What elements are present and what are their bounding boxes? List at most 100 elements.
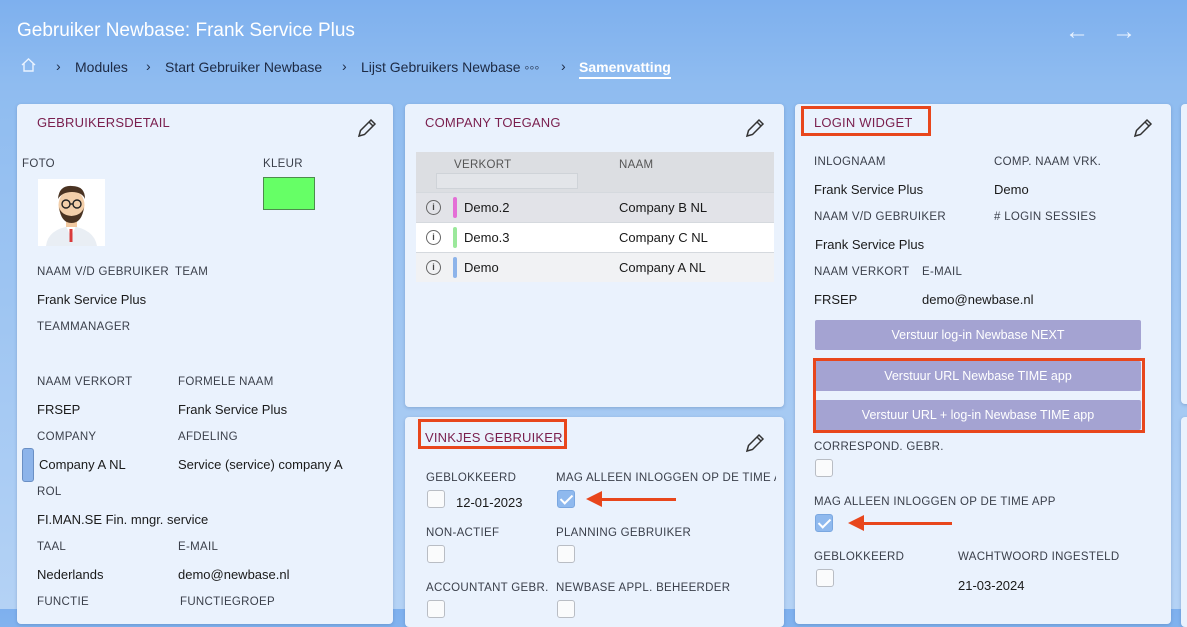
company-color-bar — [453, 257, 457, 278]
geblokkeerd-checkbox[interactable] — [816, 569, 834, 587]
naam-label: NAAM V/D GEBRUIKER — [37, 266, 169, 278]
email-label: E-MAIL — [922, 266, 963, 278]
breadcrumb-item-modules[interactable]: Modules — [75, 59, 128, 75]
highlight-time-app-buttons — [813, 358, 1145, 433]
geblokkeerd-label: GEBLOKKEERD — [426, 472, 517, 484]
breadcrumb-item-samenvatting[interactable]: Samenvatting — [579, 59, 671, 79]
breadcrumb-item-lijst[interactable]: Lijst Gebruikers Newbase ◦◦◦ — [361, 59, 539, 75]
formele-naam-value: Frank Service Plus — [178, 402, 288, 417]
cell-naam: Company A NL — [619, 260, 706, 275]
email-value: demo@newbase.nl — [922, 292, 1034, 307]
rol-label: ROL — [37, 486, 62, 498]
cell-naam: Company B NL — [619, 200, 708, 215]
home-icon[interactable] — [20, 57, 37, 76]
breadcrumb-item-start[interactable]: Start Gebruiker Newbase — [165, 59, 322, 75]
panel-title: COMPANY TOEGANG — [425, 115, 561, 130]
info-icon[interactable]: i — [426, 200, 441, 215]
beheerder-checkbox[interactable] — [557, 600, 575, 618]
afdeling-label: AFDELING — [178, 431, 238, 443]
breadcrumb-separator: › — [342, 58, 347, 74]
accountant-label: ACCOUNTANT GEBR. — [426, 582, 549, 594]
wachtwoord-value: 21-03-2024 — [958, 578, 1025, 593]
highlight-vinkjes — [418, 419, 567, 449]
breadcrumb-separator: › — [561, 58, 566, 74]
geblokkeerd-label: GEBLOKKEERD — [814, 551, 905, 563]
kleur-swatch — [263, 177, 315, 210]
naam-label: NAAM V/D GEBRUIKER — [814, 211, 946, 223]
taal-label: TAAL — [37, 541, 67, 553]
geblokkeerd-checkbox[interactable] — [427, 490, 445, 508]
column-filter-input[interactable] — [436, 173, 578, 189]
column-header-naam[interactable]: NAAM — [619, 159, 653, 171]
pencil-icon[interactable] — [1132, 117, 1154, 139]
geblokkeerd-date: 12-01-2023 — [456, 495, 523, 510]
partial-panel — [1181, 417, 1187, 627]
back-arrow-icon[interactable]: ← — [1065, 18, 1089, 46]
taal-value: Nederlands — [37, 567, 104, 582]
annotation-arrow — [848, 515, 952, 531]
table-row[interactable]: i Demo.2 Company B NL — [416, 192, 774, 222]
verkort-value: FRSEP — [37, 402, 81, 417]
pencil-icon[interactable] — [356, 117, 378, 139]
wachtwoord-label: WACHTWOORD INGESTELD — [958, 551, 1120, 563]
verkort-label: NAAM VERKORT — [37, 376, 133, 388]
email-value: demo@newbase.nl — [178, 567, 290, 582]
company-label: COMPANY — [37, 431, 97, 443]
company-color-bar — [453, 197, 457, 218]
correspond-checkbox[interactable] — [815, 459, 833, 477]
column-header-verkort[interactable]: VERKORT — [454, 159, 511, 171]
pencil-icon[interactable] — [744, 117, 766, 139]
partial-panel — [1181, 104, 1187, 404]
naam-value: Frank Service Plus — [815, 237, 925, 252]
annotation-arrow — [586, 491, 676, 507]
compnaam-label: COMP. NAAM VRK. — [994, 156, 1102, 168]
sessies-label: # LOGIN SESSIES — [994, 211, 1097, 223]
breadcrumb-separator: › — [56, 58, 61, 74]
table-header: VERKORT NAAM — [416, 152, 774, 192]
forward-arrow-icon[interactable]: → — [1112, 18, 1136, 46]
info-icon[interactable]: i — [426, 230, 441, 245]
mag-alleen-checkbox[interactable] — [557, 490, 575, 508]
functie-label: FUNCTIE — [37, 596, 89, 608]
inlognaam-label: INLOGNAAM — [814, 156, 886, 168]
pencil-icon[interactable] — [744, 432, 766, 454]
panel-title: GEBRUIKERSDETAIL — [37, 115, 170, 130]
nonactief-label: NON-ACTIEF — [426, 527, 500, 539]
company-table: VERKORT NAAM i Demo.2 Company B NL i Dem… — [416, 152, 774, 282]
planning-label: PLANNING GEBRUIKER — [556, 527, 692, 539]
correspond-label: CORRESPOND. GEBR. — [814, 441, 944, 453]
table-row[interactable]: i Demo.3 Company C NL — [416, 222, 774, 252]
naam-value: Frank Service Plus — [37, 292, 147, 307]
compnaam-value: Demo — [994, 182, 1029, 197]
company-color-bar — [22, 448, 34, 482]
mag-alleen-label: MAG ALLEEN INLOGGEN OP DE TIME APP — [814, 496, 1056, 508]
page-title: Gebruiker Newbase: Frank Service Plus — [17, 20, 355, 41]
nonactief-checkbox[interactable] — [427, 545, 445, 563]
company-toegang-panel: COMPANY TOEGANG VERKORT NAAM i Demo.2 Co… — [405, 104, 784, 407]
breadcrumb-separator: › — [146, 58, 151, 74]
verkort-label: NAAM VERKORT — [814, 266, 910, 278]
cell-naam: Company C NL — [619, 230, 708, 245]
send-login-next-button[interactable]: Verstuur log-in Newbase NEXT — [815, 320, 1141, 350]
gebruikersdetail-panel: GEBRUIKERSDETAIL FOTO KLEUR NAAM V/D GEB… — [17, 104, 393, 624]
rol-value: FI.MAN.SE Fin. mngr. service — [37, 512, 209, 527]
team-label: TEAM — [175, 266, 209, 278]
teammanager-label: TEAMMANAGER — [37, 321, 131, 333]
mag-alleen-checkbox[interactable] — [815, 514, 833, 532]
company-color-bar — [453, 227, 457, 248]
planning-checkbox[interactable] — [557, 545, 575, 563]
kleur-label: KLEUR — [263, 158, 303, 170]
verkort-value: FRSEP — [814, 292, 858, 307]
table-row[interactable]: i Demo Company A NL — [416, 252, 774, 282]
company-value: Company A NL — [39, 457, 126, 472]
info-icon[interactable]: i — [426, 260, 441, 275]
accountant-checkbox[interactable] — [427, 600, 445, 618]
beheerder-label: NEWBASE APPL. BEHEERDER — [556, 582, 731, 594]
mag-alleen-label: MAG ALLEEN INLOGGEN OP DE TIME AF — [556, 472, 776, 484]
avatar — [38, 179, 105, 246]
email-label: E-MAIL — [178, 541, 219, 553]
inlognaam-value: Frank Service Plus — [814, 182, 924, 197]
foto-label: FOTO — [22, 158, 55, 170]
formele-naam-label: FORMELE NAAM — [178, 376, 274, 388]
cell-verkort: Demo.3 — [464, 230, 510, 245]
